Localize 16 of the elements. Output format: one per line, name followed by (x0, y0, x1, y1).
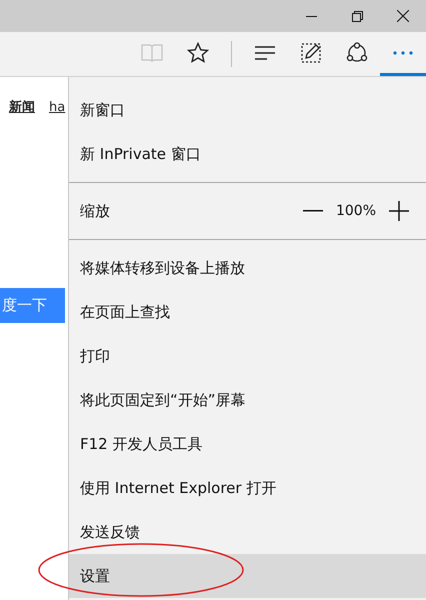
close-icon (397, 10, 409, 22)
zoom-label: 缩放 (80, 200, 111, 222)
page-link[interactable]: 新闻 (9, 98, 35, 118)
lines-icon (254, 46, 276, 60)
search-button[interactable]: 度一下 (0, 288, 65, 322)
share-icon (346, 42, 368, 64)
restore-icon (352, 10, 362, 22)
minus-icon (302, 210, 323, 212)
menu-item[interactable]: 设置 (69, 554, 426, 598)
more-icon (393, 50, 413, 54)
zoom-level: 100% (336, 202, 376, 220)
plus-icon (389, 201, 409, 221)
pen-square-icon (300, 42, 322, 64)
star-icon (187, 42, 209, 64)
page-link[interactable]: ha (49, 98, 66, 118)
book-icon (141, 42, 163, 62)
